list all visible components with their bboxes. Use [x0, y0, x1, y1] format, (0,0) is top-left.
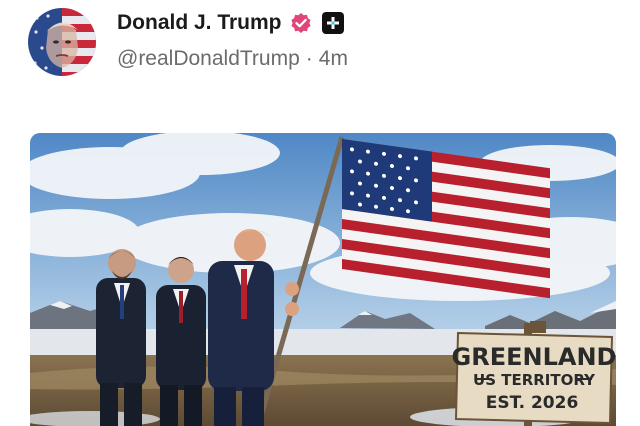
sign-line-us-territory: US TERRITORY [473, 371, 596, 389]
author-avatar[interactable] [28, 8, 96, 76]
sign-line-est: EST. 2026 [486, 393, 579, 413]
post-image[interactable]: GREENLAND US TERRITORY EST. 2026 [30, 133, 616, 426]
meta-separator: · [305, 47, 313, 70]
sign-line-greenland: GREENLAND [452, 343, 616, 371]
post-header: Donald J. Trump @realDonaldTrump · 4m [0, 0, 640, 110]
author-handle[interactable]: @realDonaldTrump [117, 47, 300, 70]
greenland-sign: GREENLAND US TERRITORY EST. 2026 [452, 331, 616, 425]
plus-square-icon[interactable] [321, 12, 344, 34]
post-timestamp[interactable]: 4m [319, 47, 348, 70]
verified-badge-icon [290, 12, 312, 34]
author-display-name[interactable]: Donald J. Trump [117, 11, 282, 35]
author-meta: @realDonaldTrump · 4m [117, 47, 348, 71]
